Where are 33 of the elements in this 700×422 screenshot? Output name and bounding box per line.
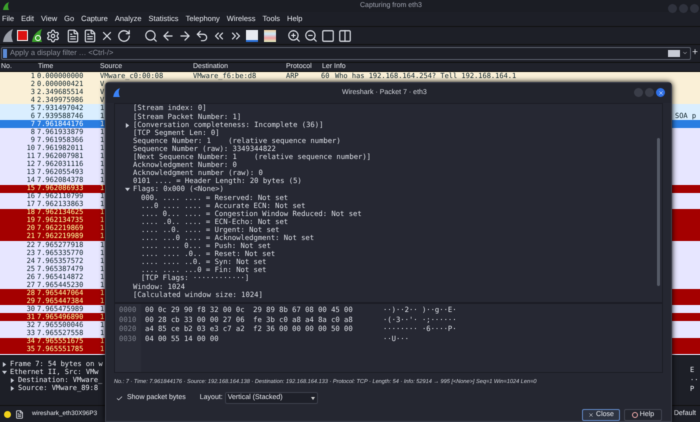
app-logo-icon — [2, 2, 10, 10]
stop-icon[interactable] — [17, 30, 28, 41]
go-to-packet-icon[interactable] — [195, 28, 209, 42]
collapse-arrow-icon[interactable] — [2, 370, 7, 375]
help-icon — [632, 412, 638, 418]
restart-icon[interactable] — [31, 29, 43, 42]
search-icon[interactable] — [144, 28, 158, 42]
close-icon — [588, 412, 594, 418]
app-logo-icon — [112, 88, 121, 98]
resize-columns-icon[interactable] — [338, 28, 352, 42]
close-icon — [658, 90, 664, 96]
collapse-arrow-icon[interactable] — [125, 187, 130, 192]
file-icon[interactable] — [15, 410, 24, 418]
dropdown-icon — [310, 396, 315, 400]
add-filter-button[interactable]: + — [691, 48, 699, 58]
shark-fin-icon[interactable] — [2, 29, 14, 42]
normal-size-icon[interactable] — [321, 28, 335, 42]
scrollbar-thumb[interactable] — [657, 138, 660, 286]
expand-arrow-icon[interactable] — [125, 122, 130, 128]
check-icon — [116, 394, 123, 402]
close-button[interactable] — [656, 88, 665, 98]
colorize-icon[interactable] — [264, 30, 276, 42]
zoom-out-icon[interactable] — [304, 28, 318, 42]
zoom-in-icon[interactable] — [287, 28, 301, 42]
autoscroll-icon[interactable] — [246, 30, 258, 42]
reload-icon[interactable] — [117, 28, 131, 42]
expand-arrow-icon[interactable] — [2, 362, 7, 367]
bookmark-icon[interactable] — [3, 48, 7, 58]
dropdown-icon[interactable] — [682, 50, 688, 56]
settings-icon[interactable] — [46, 28, 60, 42]
forward-icon[interactable] — [178, 28, 192, 42]
document-icon[interactable] — [83, 28, 97, 42]
back-icon[interactable] — [161, 28, 175, 42]
